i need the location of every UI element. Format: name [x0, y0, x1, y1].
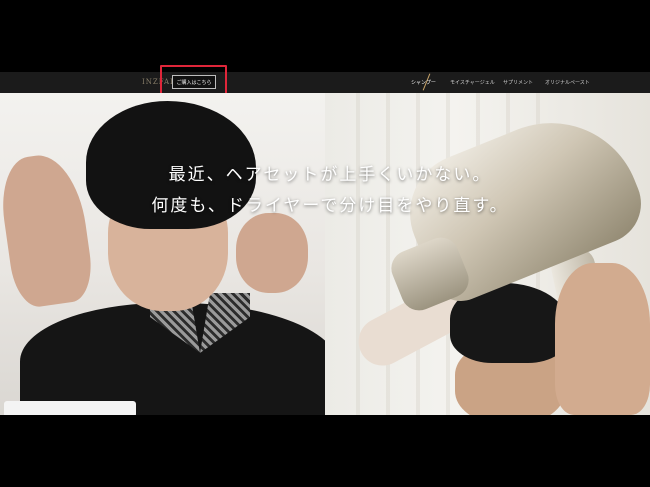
site-header: INZFAL ご購入はこちら シャンプー モイスチャージェル サプリメント オリ… — [0, 72, 650, 94]
headline-line-1: 最近、ヘアセットが上手くいかない。 — [168, 165, 492, 185]
screenshot-frame: INZFAL ご購入はこちら シャンプー モイスチャージェル サプリメント オリ… — [0, 0, 650, 487]
nav-item-supplement[interactable]: サプリメント — [503, 79, 533, 86]
hand-holding-dryer — [555, 263, 650, 415]
nav-item-shampoo[interactable]: シャンプー — [411, 79, 436, 86]
headline-line-2: 何度も、ドライヤーで分け目をやり直す。 — [151, 196, 509, 216]
model-hand-left — [0, 150, 97, 310]
model-hand-right — [236, 213, 308, 293]
nav-item-moisture-gel[interactable]: モイスチャージェル — [450, 79, 495, 86]
nav-item-original-paste[interactable]: オリジナルペースト — [545, 79, 590, 86]
hero-photo-left — [0, 93, 340, 415]
hero-banner — [0, 93, 650, 415]
hero-headline: 最近、ヘアセットが上手くいかない。 何度も、ドライヤーで分け目をやり直す。 — [150, 160, 510, 222]
laptop-image — [4, 401, 136, 415]
